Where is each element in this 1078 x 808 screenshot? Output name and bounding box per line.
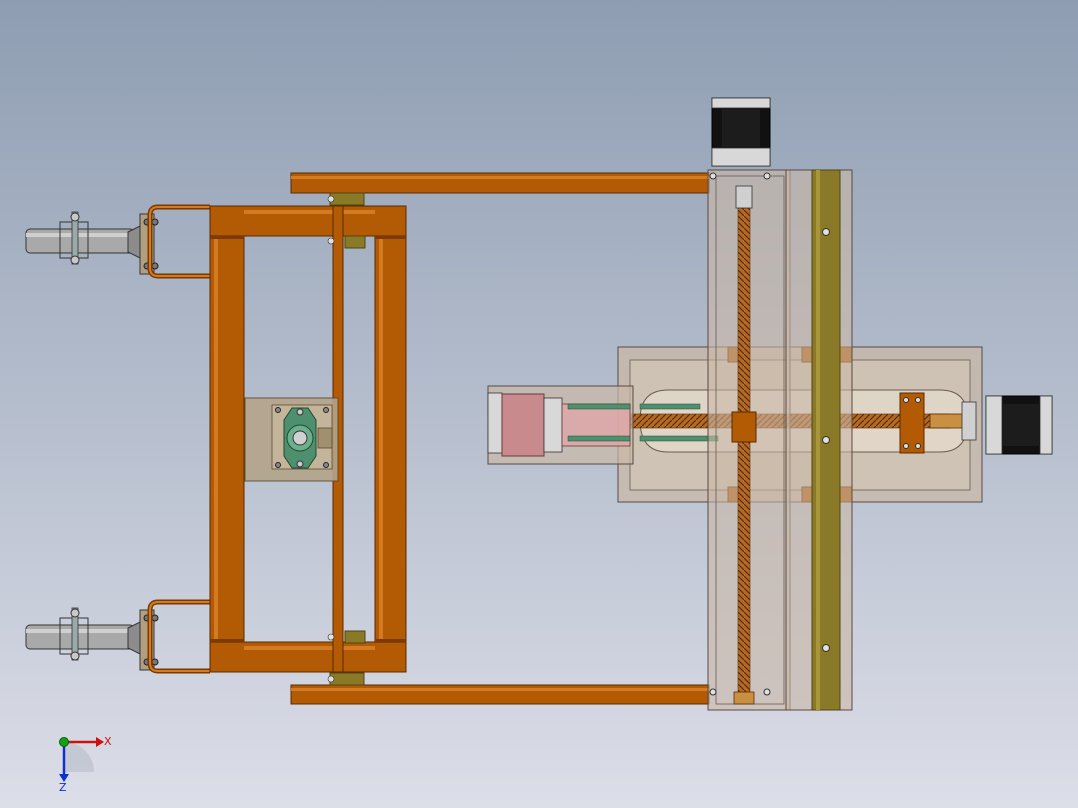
pillow-block-bearing[interactable] (244, 397, 339, 482)
frame-arm-bottom[interactable] (290, 684, 710, 705)
x-axis-label: X (104, 735, 112, 748)
y-axis-gantry[interactable] (707, 169, 853, 711)
stepper-motor-x[interactable] (985, 395, 1053, 455)
cad-assembly-drawing[interactable]: X Z (0, 0, 1078, 808)
frame-arm-top[interactable] (290, 172, 710, 194)
y-axis-dot (59, 737, 69, 747)
stepper-motor-y[interactable] (711, 97, 771, 167)
cad-viewport[interactable]: X Z (0, 0, 1078, 808)
z-axis-label: Z (59, 781, 67, 794)
